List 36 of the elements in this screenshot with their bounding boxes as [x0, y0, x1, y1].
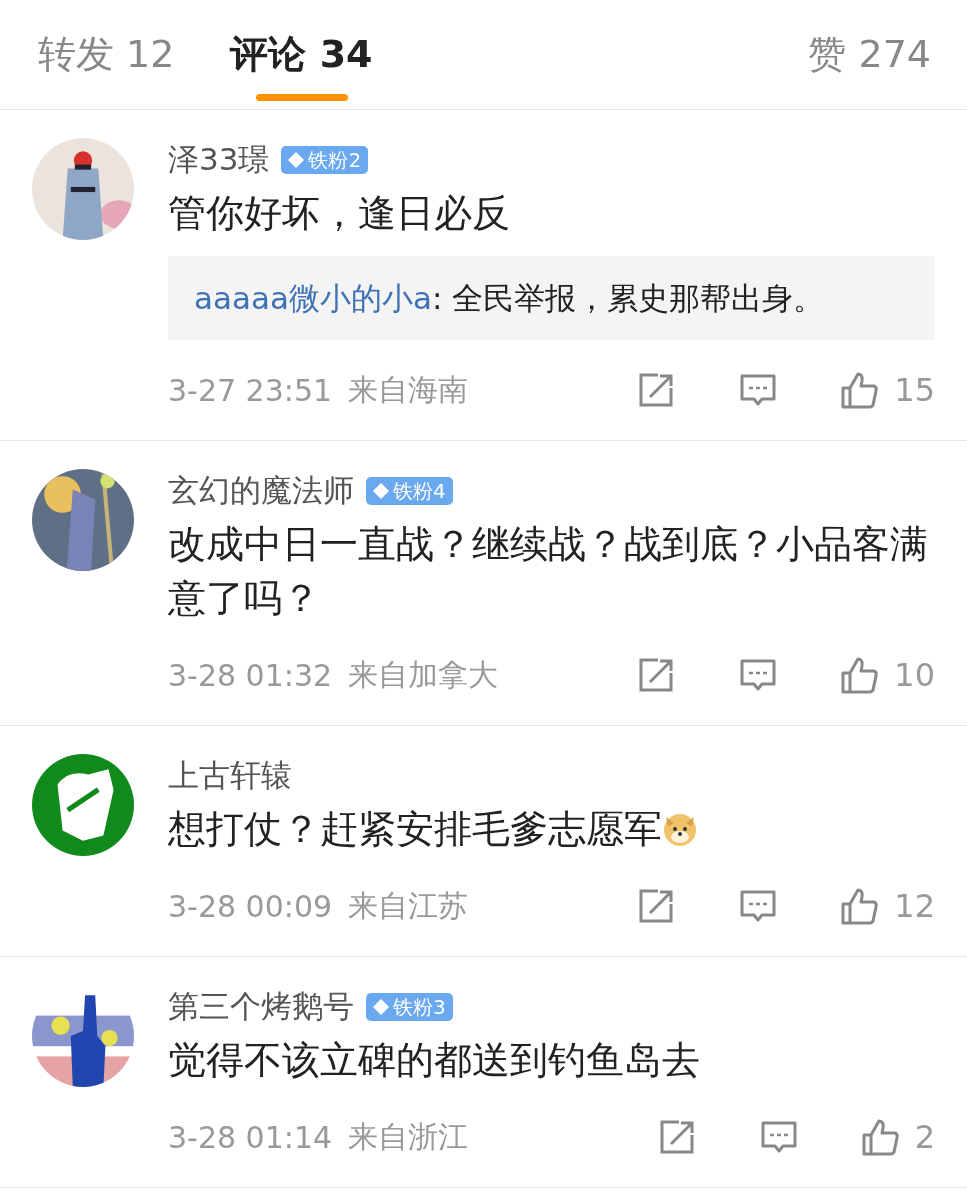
user-name[interactable]: 泽33璟 [168, 139, 270, 181]
diamond-icon [373, 999, 389, 1015]
comment-time: 3-28 01:32 [168, 657, 333, 693]
comment-text: 想打仗？赶紧安排毛爹志愿军 [168, 806, 662, 853]
dog-emoji-icon [662, 811, 698, 847]
badge-label: 铁粉4 [393, 477, 446, 505]
like-count: 10 [894, 656, 935, 694]
comment-location: 来自海南 [348, 370, 469, 409]
comment-text: 管你好坏，逢日必反 [168, 190, 510, 237]
tab[interactable]: 赞 274 [808, 0, 931, 78]
thumbs-up-icon[interactable] [860, 1117, 901, 1157]
thumbs-up-icon[interactable] [840, 886, 881, 926]
thumbs-up-icon[interactable] [840, 655, 881, 695]
comment-time: 3-28 01:14 [168, 1119, 333, 1155]
comment-location: 来自浙江 [348, 1117, 469, 1156]
comment-time: 3-27 23:51 [168, 372, 333, 408]
thumbs-up-icon[interactable] [840, 370, 881, 410]
badge-label: 铁粉2 [308, 146, 362, 174]
user-name[interactable]: 玄幻的魔法师 [168, 470, 354, 512]
like-count: 15 [894, 371, 935, 409]
reply-text: : 全民举报，累史那帮出身。 [432, 280, 825, 316]
badge-label: 铁粉3 [393, 993, 446, 1021]
comment-text: 觉得不该立碑的都送到钓鱼岛去 [168, 1037, 700, 1084]
reply-author[interactable]: aaaaa微小的小a [194, 280, 432, 316]
comment-text: 改成中日一直战？继续战？战到底？小品客满意了吗？ [168, 521, 929, 622]
comment-time: 3-28 00:09 [168, 888, 333, 924]
tab[interactable]: 转发 12 [38, 30, 175, 78]
like-count: 12 [894, 887, 935, 925]
like-count: 2 [914, 1118, 935, 1156]
diamond-icon [373, 483, 389, 499]
comment-location: 来自江苏 [348, 886, 469, 925]
user-name[interactable]: 上古轩辕 [168, 755, 292, 797]
user-name[interactable]: 第三个烤鹅号 [168, 986, 354, 1028]
tab[interactable]: 评论 34 [230, 30, 373, 78]
comment-location: 来自加拿大 [348, 655, 499, 694]
diamond-icon [288, 152, 305, 168]
